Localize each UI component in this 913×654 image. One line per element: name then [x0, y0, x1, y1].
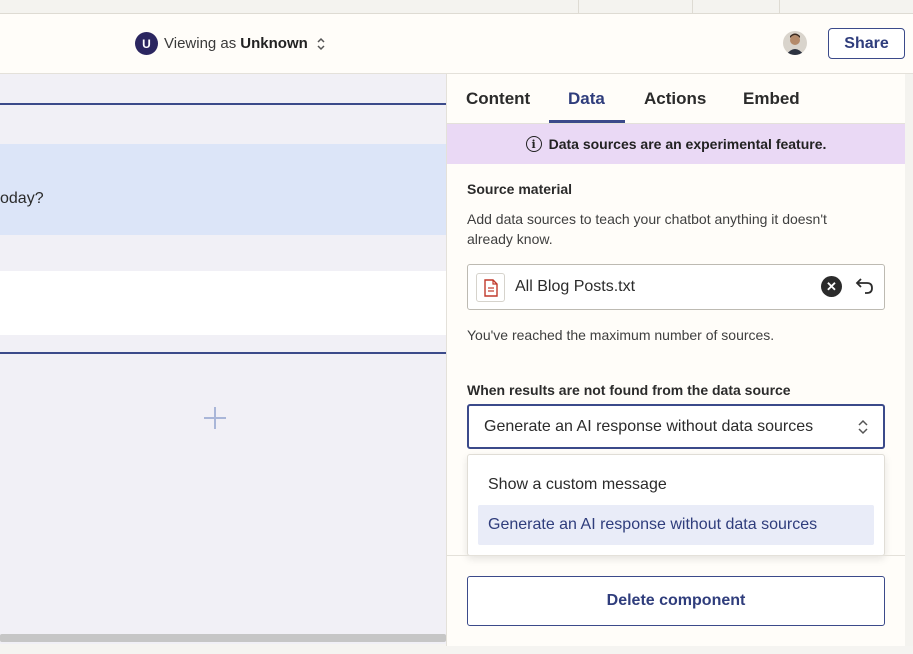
tab-actions[interactable]: Actions [644, 89, 706, 109]
canvas-divider [0, 352, 446, 354]
chevron-updown-icon [858, 419, 868, 435]
horizontal-scrollbar[interactable] [0, 634, 446, 642]
chat-message-text: oday? [0, 190, 44, 207]
experimental-banner: i Data sources are an experimental featu… [447, 124, 905, 164]
source-file-name: All Blog Posts.txt [515, 278, 636, 295]
viewing-user: Unknown [240, 35, 308, 52]
not-found-dropdown-menu: Show a custom message Generate an AI res… [467, 454, 885, 556]
component-settings-panel: Content Data Actions Embed i Data source… [446, 74, 906, 646]
not-found-select[interactable]: Generate an AI response without data sou… [467, 404, 885, 449]
top-strip-divider [779, 0, 780, 14]
top-strip-divider [578, 0, 579, 14]
source-material-label: Source material [467, 181, 573, 197]
viewing-as-switcher[interactable]: U Viewing as Unknown [135, 32, 326, 55]
chat-input-area[interactable] [0, 271, 446, 335]
user-profile-avatar[interactable] [783, 31, 807, 55]
top-strip [0, 0, 913, 14]
tab-content[interactable]: Content [466, 89, 530, 109]
source-help-line-2: already know. [467, 231, 553, 247]
option-generate-ai-response[interactable]: Generate an AI response without data sou… [478, 505, 874, 545]
tab-embed[interactable]: Embed [743, 89, 800, 109]
banner-text: Data sources are an experimental feature… [548, 136, 827, 152]
delete-component-button[interactable]: Delete component [467, 576, 885, 626]
data-source-item: All Blog Posts.txt ✕ [467, 264, 885, 310]
tab-data[interactable]: Data [568, 89, 605, 109]
chat-message-bubble: oday? [0, 144, 446, 235]
chevron-updown-icon [317, 37, 325, 50]
header-bar: U Viewing as Unknown Share [0, 14, 913, 74]
undo-icon[interactable] [854, 275, 876, 297]
not-found-selected-value: Generate an AI response without data sou… [484, 418, 814, 435]
not-found-label: When results are not found from the data… [467, 382, 791, 398]
option-show-custom-message[interactable]: Show a custom message [478, 465, 874, 505]
clear-icon[interactable]: ✕ [821, 276, 842, 297]
panel-divider [447, 555, 905, 556]
editor-canvas: oday? [0, 74, 446, 644]
user-avatar-initial: U [135, 32, 158, 55]
top-strip-divider [692, 0, 693, 14]
plus-icon[interactable] [204, 407, 226, 429]
info-icon: i [525, 136, 542, 152]
vertical-scrollbar[interactable] [905, 74, 913, 646]
source-help-line-1: Add data sources to teach your chatbot a… [467, 211, 827, 227]
viewing-prefix: Viewing as [164, 35, 237, 52]
panel-tabs: Content Data Actions Embed [447, 74, 906, 124]
document-icon [476, 273, 505, 302]
share-button[interactable]: Share [828, 28, 905, 59]
source-limit-text: You've reached the maximum number of sou… [467, 327, 775, 343]
canvas-divider [0, 103, 446, 105]
active-tab-indicator [549, 120, 625, 123]
